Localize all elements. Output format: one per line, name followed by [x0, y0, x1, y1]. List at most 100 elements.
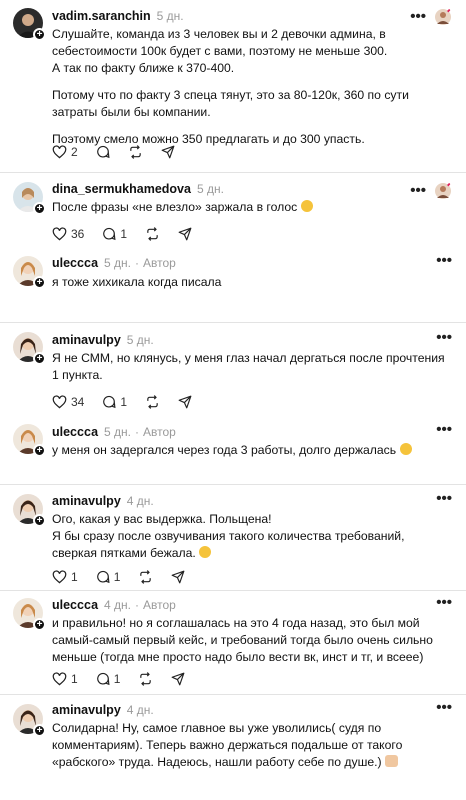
- action-bar: 36 1: [52, 224, 210, 244]
- divider: [0, 322, 466, 323]
- username[interactable]: ulecсса: [52, 598, 98, 612]
- post-text: А так по факту ближе к 370-400.: [52, 61, 235, 75]
- post-text: Солидарна! Ну, самое главное вы уже увол…: [52, 721, 403, 769]
- action-bar: 2: [52, 142, 193, 162]
- action-bar: 1 1: [52, 669, 203, 689]
- timestamp: 5 дн.: [104, 256, 132, 270]
- post-body: Слушайте, команда из 3 человек вы и 2 де…: [52, 26, 452, 148]
- username[interactable]: dina_sermukhamedova: [52, 182, 191, 196]
- timestamp: 5 дн.: [126, 333, 154, 347]
- timestamp: 4 дн.: [126, 703, 154, 717]
- username[interactable]: aminavulpy: [52, 703, 121, 717]
- timestamp: 4 дн.: [126, 494, 154, 508]
- post-body: Солидарна! Ну, самое главное вы уже увол…: [52, 720, 452, 771]
- follow-plus-icon[interactable]: +: [33, 28, 46, 41]
- post-body: у меня он задергался через года 3 работы…: [52, 442, 452, 459]
- share-button[interactable]: [171, 672, 185, 686]
- username[interactable]: ulecсса: [52, 256, 98, 270]
- separator-dot: ·: [135, 425, 140, 439]
- reply-button[interactable]: 1: [102, 227, 127, 241]
- repost-button[interactable]: [138, 570, 153, 584]
- post-body: и правильно! но я соглашалась на это 4 г…: [52, 615, 452, 666]
- more-options-icon[interactable]: •••: [436, 330, 452, 345]
- reply-count: 1: [113, 570, 121, 584]
- divider: [0, 694, 466, 695]
- post-body: После фразы «не влезло» заржала в голос: [52, 199, 452, 216]
- reply-count: 1: [120, 227, 128, 241]
- follow-plus-icon[interactable]: +: [33, 352, 46, 365]
- divider: [0, 484, 466, 485]
- post-text: Ого, какая у вас выдержка. Польщена!: [52, 512, 272, 526]
- post-text: Потому что по факту 3 спеца тянут, это з…: [52, 88, 409, 119]
- follow-plus-icon[interactable]: +: [33, 202, 46, 215]
- like-count: 2: [71, 145, 78, 159]
- username[interactable]: vadim.saranchin: [52, 9, 151, 23]
- avatar[interactable]: +: [13, 256, 46, 289]
- reply-button[interactable]: 1: [102, 395, 127, 409]
- like-button[interactable]: 1: [52, 570, 78, 584]
- avatar[interactable]: +: [13, 182, 46, 215]
- separator-dot: ·: [135, 598, 140, 612]
- avatar[interactable]: +: [13, 598, 46, 631]
- more-options-icon[interactable]: •••: [410, 183, 426, 198]
- post-body: Я не СММ, но клянусь, у меня глаз начал …: [52, 350, 452, 384]
- follow-plus-icon[interactable]: +: [33, 618, 46, 631]
- post-body: Ого, какая у вас выдержка. Польщена! Я б…: [52, 511, 452, 562]
- reply-button[interactable]: 1: [96, 570, 121, 584]
- author-badge: Автор: [143, 425, 176, 439]
- username[interactable]: aminavulpy: [52, 333, 121, 347]
- reply-button[interactable]: [96, 145, 110, 159]
- follow-plus-icon[interactable]: +: [33, 514, 46, 527]
- action-bar: 1 1: [52, 567, 203, 587]
- laughing-emoji-icon: [199, 546, 212, 558]
- follow-plus-icon[interactable]: +: [33, 444, 46, 457]
- share-button[interactable]: [178, 395, 192, 409]
- reply-button[interactable]: 1: [96, 672, 121, 686]
- like-button[interactable]: 2: [52, 145, 78, 159]
- post-text: После фразы «не влезло» заржала в голос: [52, 200, 298, 214]
- post-text: Я не СММ, но клянусь, у меня глаз начал …: [52, 351, 445, 382]
- liked-by-author-icon: [435, 183, 451, 199]
- timestamp: 5 дн.: [156, 9, 184, 23]
- timestamp: 5 дн.: [104, 425, 132, 439]
- more-options-icon[interactable]: •••: [436, 491, 452, 506]
- timestamp: 4 дн.: [104, 598, 132, 612]
- share-button[interactable]: [171, 570, 185, 584]
- follow-plus-icon[interactable]: +: [33, 276, 46, 289]
- laughing-emoji-icon: [399, 443, 412, 455]
- post-body: я тоже хихикала когда писала: [52, 274, 452, 291]
- avatar[interactable]: +: [13, 494, 46, 527]
- more-options-icon[interactable]: •••: [436, 595, 452, 610]
- username[interactable]: aminavulpy: [52, 494, 121, 508]
- avatar[interactable]: +: [13, 704, 46, 737]
- repost-button[interactable]: [128, 145, 143, 159]
- divider: [0, 590, 466, 591]
- repost-button[interactable]: [138, 672, 153, 686]
- share-button[interactable]: [161, 145, 175, 159]
- avatar[interactable]: +: [13, 424, 46, 457]
- more-options-icon[interactable]: •••: [436, 700, 452, 715]
- action-bar: 34 1: [52, 392, 210, 412]
- follow-plus-icon[interactable]: +: [33, 724, 46, 737]
- thread-feed: + vadim.saranchin 5 дн. ••• Слушайте, ко…: [0, 0, 466, 800]
- like-button[interactable]: 34: [52, 395, 84, 409]
- more-options-icon[interactable]: •••: [436, 422, 452, 437]
- repost-button[interactable]: [145, 395, 160, 409]
- repost-button[interactable]: [145, 227, 160, 241]
- divider: [0, 172, 466, 173]
- reply-count: 1: [113, 672, 121, 686]
- more-options-icon[interactable]: •••: [410, 9, 426, 24]
- share-button[interactable]: [178, 227, 192, 241]
- laughing-emoji-icon: [300, 200, 313, 212]
- like-button[interactable]: 36: [52, 227, 84, 241]
- avatar[interactable]: +: [13, 8, 46, 41]
- like-count: 34: [71, 395, 85, 409]
- username[interactable]: ulecсса: [52, 425, 98, 439]
- avatar[interactable]: +: [13, 332, 46, 365]
- like-button[interactable]: 1: [52, 672, 78, 686]
- like-count: 1: [71, 672, 78, 686]
- timestamp: 5 дн.: [196, 182, 224, 196]
- more-options-icon[interactable]: •••: [436, 253, 452, 268]
- post-text: я тоже хихикала когда писала: [52, 275, 222, 289]
- author-badge: Автор: [143, 598, 176, 612]
